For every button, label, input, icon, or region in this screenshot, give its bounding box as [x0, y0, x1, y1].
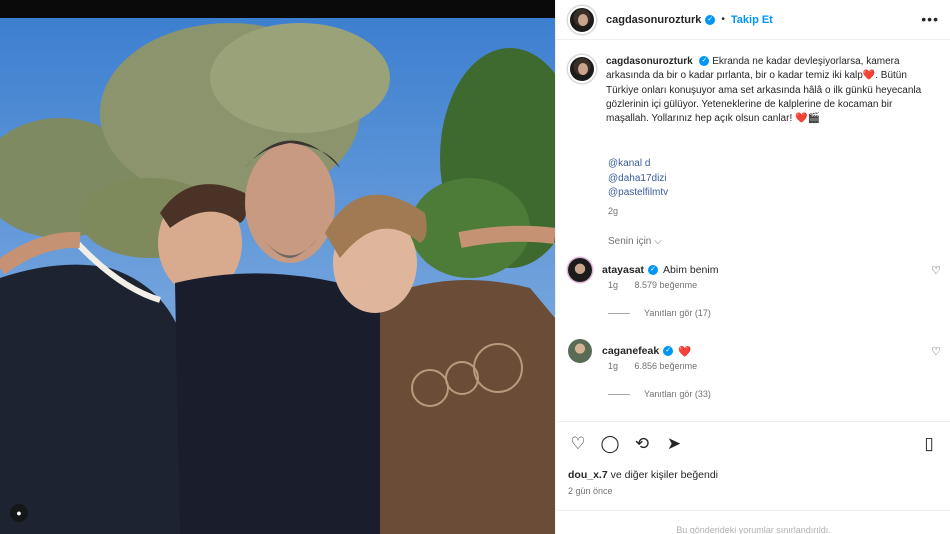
commenter-verified-icon: ✓	[648, 265, 659, 275]
tag-user-icon[interactable]: ●	[10, 504, 28, 522]
caption-verified-icon: ✓	[699, 56, 710, 67]
more-options-icon[interactable]: •••	[921, 11, 939, 27]
comment-item: caganefeak ✓ ❤️ 1g 6.856 beğenme Yanıtla…	[568, 339, 943, 399]
action-icons: ♡ ◯ ⟲ ➤	[568, 434, 684, 454]
commenter-avatar[interactable]	[568, 339, 592, 363]
comment-text: Abim benim	[663, 264, 719, 276]
comment-icon[interactable]: ◯	[600, 434, 620, 454]
bookmark-icon[interactable]: ▯	[919, 434, 939, 454]
mentions-list: @kanal d @daha17dizi @pastelfilmtv	[608, 157, 668, 201]
repost-icon[interactable]: ⟲	[632, 434, 652, 454]
comment-meta: 1g 6.856 beğenme	[608, 361, 711, 371]
post-age: 2 gün önce	[568, 486, 613, 496]
comment-likes[interactable]: 8.579 beğenme	[635, 280, 698, 290]
mention-link[interactable]: @kanal d	[608, 157, 668, 172]
comment-time: 1g	[608, 280, 619, 290]
replies-divider	[608, 393, 630, 395]
comment-meta: 1g 8.579 beğenme	[608, 280, 711, 290]
comments-restricted-notice: Bu gönderideki yorumlar sınırlandırıldı.	[556, 510, 950, 534]
post-actions: ♡ ◯ ⟲ ➤ ▯ dou_x.7 ve diğer kişiler beğen…	[556, 421, 950, 534]
heart-icon[interactable]: ♡	[568, 434, 588, 454]
caption-time: 2g	[608, 206, 619, 216]
mention-link[interactable]: @daha17dizi	[608, 172, 668, 187]
liked-by-user[interactable]: dou_x.7	[568, 469, 608, 481]
caption-row: cagdasonurozturk ✓ Ekranda ne kadar devl…	[568, 55, 938, 126]
author-username[interactable]: cagdasonurozturk	[606, 14, 701, 26]
view-replies-label: Yanıtları gör (33)	[644, 389, 711, 399]
comment-like-heart-icon[interactable]: ♡	[931, 264, 941, 277]
comment-text: ❤️	[678, 345, 692, 358]
follow-button[interactable]: Takip Et	[731, 14, 773, 26]
liked-by: dou_x.7 ve diğer kişiler beğendi	[568, 469, 718, 481]
comment-like-heart-icon[interactable]: ♡	[931, 345, 941, 358]
post-photo-image	[0, 18, 555, 534]
separator-dot: •	[721, 14, 725, 25]
photo-top-bar	[0, 0, 555, 18]
author-avatar[interactable]	[568, 5, 596, 34]
view-replies-label: Yanıtları gör (17)	[644, 308, 711, 318]
for-you-filter[interactable]: Senin için ⌵	[608, 236, 662, 247]
comments-scroll-area[interactable]: cagdasonurozturk ✓ Ekranda ne kadar devl…	[556, 41, 950, 421]
liked-by-rest[interactable]: ve diğer kişiler beğendi	[611, 469, 718, 481]
post-photo[interactable]: ●	[0, 18, 555, 534]
caption: cagdasonurozturk ✓ Ekranda ne kadar devl…	[606, 55, 926, 126]
view-replies-button[interactable]: Yanıtları gör (33)	[608, 389, 711, 399]
view-replies-button[interactable]: Yanıtları gör (17)	[608, 308, 711, 318]
commenter-username[interactable]: atayasat	[602, 264, 644, 276]
commenter-verified-icon: ✓	[663, 346, 674, 356]
comment-likes[interactable]: 6.856 beğenme	[635, 361, 698, 371]
post-header: cagdasonurozturk ✓ • Takip Et •••	[556, 0, 950, 40]
commenter-avatar[interactable]	[568, 258, 592, 282]
comment-item: atayasat ✓ Abim benim 1g 8.579 beğenme Y…	[568, 258, 943, 318]
caption-author-avatar[interactable]	[568, 55, 596, 83]
comment-time: 1g	[608, 361, 619, 371]
replies-divider	[608, 312, 630, 314]
commenter-username[interactable]: caganefeak	[602, 345, 659, 357]
caption-username[interactable]: cagdasonurozturk	[606, 56, 693, 67]
verified-badge-icon: ✓	[705, 14, 716, 25]
post-panel: cagdasonurozturk ✓ • Takip Et ••• cagdas…	[555, 0, 950, 534]
mention-link[interactable]: @pastelfilmtv	[608, 186, 668, 201]
send-icon[interactable]: ➤	[664, 434, 684, 454]
